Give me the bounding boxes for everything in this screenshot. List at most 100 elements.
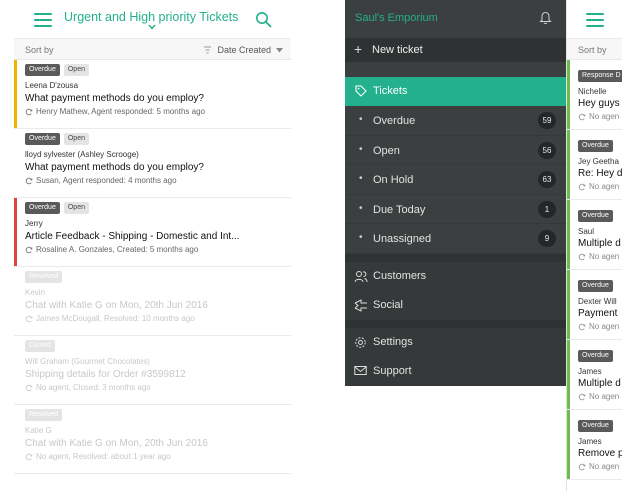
bullet-icon: •	[359, 232, 363, 243]
ticket-subject: Multiple d	[578, 238, 621, 249]
ticket-row[interactable]: Overdue Jey Geetha Re: Hey d No agen	[567, 130, 622, 200]
menu-item-social-label: Social	[373, 298, 403, 311]
refresh-icon	[578, 393, 586, 400]
status-badge: Closed	[25, 340, 55, 352]
ticket-list-screen: Urgent and High priority Tickets Sort by…	[14, 0, 291, 491]
menu-item-settings[interactable]: Settings	[345, 327, 566, 357]
requester-name: Kevin	[25, 288, 46, 297]
bell-icon[interactable]	[539, 11, 552, 25]
requester-name: Nichelle	[578, 87, 607, 96]
view-title[interactable]: Urgent and High priority Tickets	[64, 10, 238, 24]
status-badge: Overdue	[25, 133, 60, 145]
ticket-subject: Article Feedback - Shipping - Domestic a…	[25, 231, 240, 242]
ticket-row[interactable]: Overdue James Remove p No agen	[567, 410, 622, 480]
bullet-icon: •	[359, 202, 363, 214]
count-badge: 9	[538, 230, 556, 247]
requester-name: Saul	[578, 227, 595, 236]
ticket-row[interactable]: Overdue Dexter Will Payment No agen	[567, 270, 622, 340]
ticket-meta: No agen	[578, 112, 622, 121]
status-badge: Resolved	[25, 409, 63, 421]
menu-item-support[interactable]: Support	[345, 356, 566, 386]
requester-name: Dexter Will	[578, 297, 617, 306]
ticket-row[interactable]: Overdue Saul Multiple d No agen	[567, 200, 622, 270]
hamburger-menu-icon[interactable]	[34, 13, 52, 27]
ticket-meta: No agen	[578, 322, 622, 331]
ticket-row[interactable]: Response D Nichelle Hey guys No agen	[567, 60, 622, 130]
ticket-meta: Henry Mathew, Agent responded: 5 months …	[25, 107, 283, 116]
hamburger-menu-icon[interactable]	[586, 13, 604, 27]
menu-item-social[interactable]: Social	[345, 290, 566, 320]
ticket-list-screen-behind-menu: Sort by Response D Nichelle Hey guys No age…	[566, 0, 622, 491]
ticket-meta: No agen	[578, 392, 622, 401]
requester-name: James	[578, 437, 602, 446]
ticket-meta-text: No agen	[589, 392, 620, 401]
ticket-filters: • Overdue 59 • Open 56 • On Hold 63 • Due Today 1 • U…	[345, 106, 566, 254]
requester-name: Leena D'zousa	[25, 81, 79, 90]
requester-name: Jerry	[25, 219, 43, 228]
menu-item-label: Unassigned	[373, 233, 432, 245]
refresh-icon	[578, 113, 586, 120]
ticket-meta-text: Susan, Agent responded: 4 months ago	[36, 176, 177, 185]
ticket-subject: Chat with Katie G on Mon, 20th Jun 2016	[25, 300, 208, 311]
menu-item-customers-label: Customers	[373, 269, 427, 282]
status-badge: Resolved	[25, 271, 63, 283]
new-ticket-button[interactable]: + New ticket	[345, 38, 566, 62]
ticket-meta: Rosaline A. Gonzales, Created: 5 months …	[25, 245, 283, 254]
ticket-meta: No agen	[578, 462, 622, 471]
ticket-subject: Multiple d	[578, 378, 621, 389]
ticket-meta-text: No agen	[589, 322, 620, 331]
priority-bar	[567, 200, 570, 269]
status-badge: Overdue	[25, 64, 60, 76]
count-badge: 56	[538, 141, 556, 159]
ticket-row[interactable]: Overdue Open Leena D'zousa What payment met…	[14, 60, 291, 129]
sort-selector[interactable]: Date Created	[203, 45, 283, 55]
social-icon	[354, 298, 367, 312]
sort-value: Date Created	[217, 45, 271, 55]
priority-bar	[14, 60, 17, 128]
menu-item-on-hold[interactable]: • On Hold 63	[345, 165, 566, 195]
list-header-right	[567, 0, 622, 38]
requester-name: Jey Geetha	[578, 157, 619, 166]
ticket-subject: Hey guys	[578, 98, 620, 109]
ticket-row[interactable]: Overdue James Multiple d No agen	[567, 340, 622, 410]
status-badge: Overdue	[578, 210, 613, 222]
search-icon[interactable]	[255, 11, 272, 28]
sort-label-right: Sort by	[567, 38, 622, 60]
status-badge: Open	[63, 202, 89, 214]
ticket-meta: No agent, Closed: 3 months ago	[25, 383, 283, 392]
ticket-row[interactable]: Closed Will Graham (Gourmet Chocolates) Sh…	[14, 336, 291, 405]
menu-item-open[interactable]: • Open 56	[345, 136, 566, 165]
store-name: Saul's Emporium	[355, 12, 438, 24]
ticket-list-right: Response D Nichelle Hey guys No agen Overdue…	[567, 60, 622, 480]
menu-item-overdue[interactable]: • Overdue 59	[345, 106, 566, 136]
menu-item-tickets[interactable]: Tickets	[345, 77, 566, 106]
plus-icon: +	[354, 41, 363, 57]
refresh-icon	[25, 108, 33, 115]
envelope-icon	[354, 365, 367, 375]
ticket-subject: Chat with Katie G on Mon, 20th Jun 2016	[25, 438, 208, 449]
gear-icon	[355, 336, 366, 348]
ticket-row[interactable]: Overdue Open Jerry Article Feedback - Shipp…	[14, 198, 291, 267]
ticket-badges: Resolved	[25, 271, 283, 283]
priority-bar	[567, 410, 570, 479]
menu-item-customers[interactable]: Customers	[345, 261, 566, 291]
ticket-subject: What payment methods do you employ?	[25, 93, 204, 104]
status-badge: Open	[63, 64, 89, 76]
ticket-row[interactable]: Resolved Kevin Chat with Katie G on Mon, 2…	[14, 267, 291, 336]
count-badge: 1	[538, 200, 556, 218]
ticket-meta-text: No agen	[589, 462, 620, 471]
requester-name: Katie G	[25, 426, 52, 435]
ticket-subject: What payment methods do you employ?	[25, 162, 204, 173]
ticket-meta: James McDougall, Resolved: 10 months ago	[25, 314, 283, 323]
ticket-row[interactable]: Resolved Katie G Chat with Katie G on Mon,…	[14, 405, 291, 474]
ticket-row[interactable]: Overdue Open lloyd sylvester (Ashley Scroo…	[14, 129, 291, 198]
chevron-down-icon[interactable]	[148, 24, 156, 30]
menu-item-unassigned[interactable]: • Unassigned 9	[345, 224, 566, 254]
menu-item-label: Open	[373, 144, 400, 157]
new-ticket-label: New ticket	[372, 44, 423, 56]
ticket-meta-text: Henry Mathew, Agent responded: 5 months …	[36, 107, 205, 116]
menu-item-support-label: Support	[373, 364, 412, 377]
requester-name: James	[578, 367, 602, 376]
menu-item-due-today[interactable]: • Due Today 1	[345, 195, 566, 224]
ticket-badges: Overdue Open	[25, 202, 283, 214]
